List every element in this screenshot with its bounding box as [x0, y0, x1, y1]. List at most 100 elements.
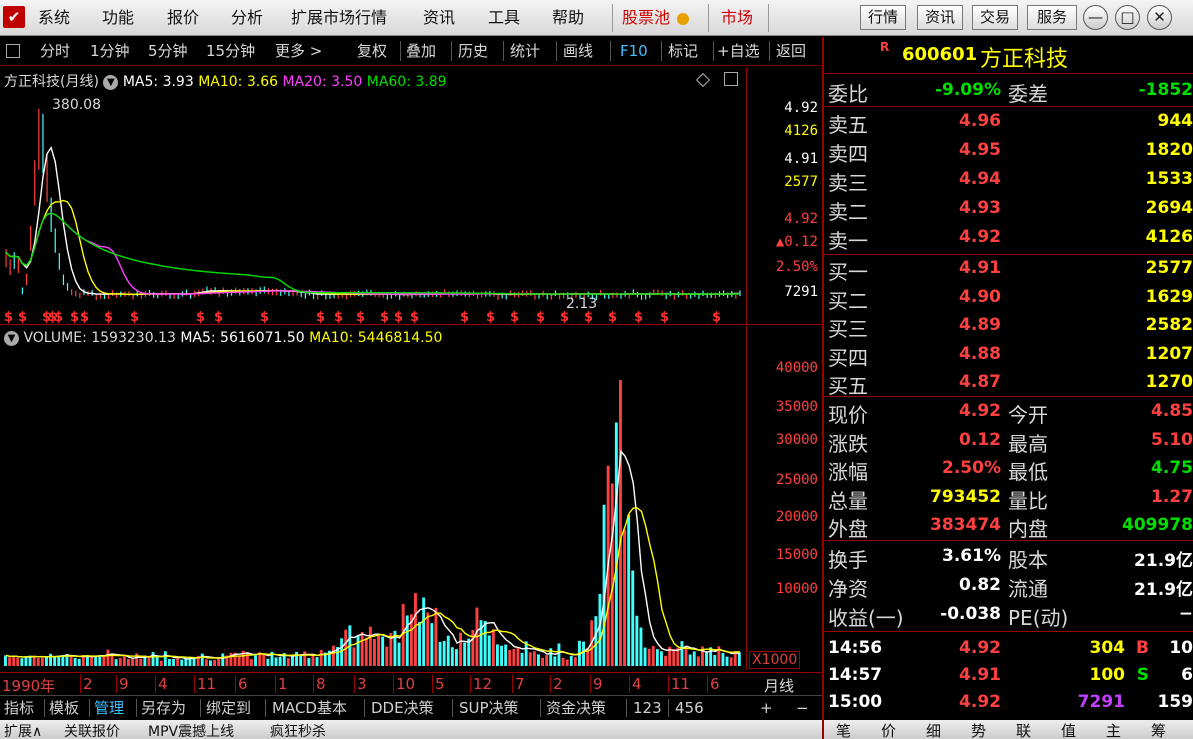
ask-row[interactable]: 卖三 4.94 1533	[824, 165, 1193, 195]
menu-analysis[interactable]: 分析	[231, 7, 263, 29]
weibi-value: -9.09%	[934, 80, 1001, 100]
mpv-banner[interactable]: MPV震撼上线	[148, 721, 234, 739]
expand-button[interactable]: 扩展∧	[4, 721, 42, 739]
candlestick	[66, 282, 69, 291]
stat-row[interactable]: 涨幅 2.50% 最低 4.75	[824, 454, 1193, 484]
restore-icon[interactable]: □	[1115, 5, 1140, 30]
volume-bar	[553, 656, 557, 666]
zoom-out-button[interactable]: −	[796, 698, 809, 718]
zoom-in-button[interactable]: +	[760, 698, 773, 718]
menu-quote[interactable]: 报价	[167, 7, 199, 29]
tab-456[interactable]: 456	[675, 698, 704, 718]
tab-123[interactable]: 123	[633, 698, 662, 718]
ask-label: 卖一	[828, 229, 868, 253]
menu-help[interactable]: 帮助	[552, 7, 584, 29]
bid-row[interactable]: 买二 4.90 1629	[824, 283, 1193, 313]
related-quote-button[interactable]: 关联报价	[64, 721, 120, 739]
tab-save-as[interactable]: 另存为	[141, 698, 186, 718]
volume-bar	[368, 626, 372, 666]
bid-row[interactable]: 买一 4.91 2577	[824, 254, 1193, 284]
history-button[interactable]: 历史	[458, 41, 488, 61]
bid-row[interactable]: 买四 4.88 1207	[824, 340, 1193, 370]
menu-stock-pool[interactable]: 股票池	[622, 7, 690, 29]
bid-label: 买二	[828, 288, 868, 313]
candlestick	[54, 228, 56, 253]
menu-function[interactable]: 功能	[102, 7, 134, 29]
tab-dde[interactable]: DDE决策	[371, 698, 434, 718]
quote-tab[interactable]: 细	[926, 720, 941, 739]
fundamental-row[interactable]: 净资 0.82 流通 21.9亿	[824, 571, 1193, 601]
stat-label: 内盘	[1008, 517, 1048, 542]
fundamental-row[interactable]: 换手 3.61% 股本 21.9亿	[824, 542, 1193, 572]
app-logo-icon[interactable]: ✔	[3, 6, 25, 28]
add-watchlist-button[interactable]: +自选	[717, 41, 760, 61]
quote-panel: R 600601 方正科技 委比 -9.09% 委差 -1852 卖五 4.96 9…	[822, 37, 1193, 739]
tab-manage[interactable]: 管理	[94, 698, 124, 718]
tab-5min[interactable]: 5分钟	[148, 41, 188, 61]
vol-axis-35000: 35000	[775, 399, 818, 415]
tab-sup[interactable]: SUP决策	[459, 698, 519, 718]
candlestick	[554, 290, 557, 297]
volume-bar	[147, 656, 151, 666]
tab-bind-to[interactable]: 绑定到	[206, 698, 251, 718]
quote-tab[interactable]: 联	[1016, 720, 1031, 739]
sys-button-quote[interactable]: 行情	[860, 5, 906, 30]
stat-row[interactable]: 现价 4.92 今开 4.85	[824, 397, 1193, 427]
draw-line-button[interactable]: 画线	[563, 41, 593, 61]
menu-extended-market[interactable]: 扩展市场行情	[291, 7, 387, 29]
bid-row[interactable]: 买五 4.87 1270	[824, 368, 1193, 398]
tick-price: 4.92	[959, 692, 1001, 712]
tab-1min[interactable]: 1分钟	[90, 41, 130, 61]
stat-row[interactable]: 外盘 383474 内盘 409978	[824, 511, 1193, 542]
menu-tools[interactable]: 工具	[488, 7, 520, 29]
sys-button-news[interactable]: 资讯	[917, 5, 963, 30]
panel-toggle-icon[interactable]	[6, 44, 20, 58]
close-icon[interactable]: ✕	[1147, 5, 1172, 30]
sys-button-trade[interactable]: 交易	[972, 5, 1018, 30]
tab-intraday[interactable]: 分时	[40, 41, 70, 61]
menu-market[interactable]: 市场	[721, 7, 753, 29]
mark-button[interactable]: 标记	[668, 41, 698, 61]
ask-row[interactable]: 卖五 4.96 944	[824, 107, 1193, 137]
flash-sale-banner[interactable]: 疯狂秒杀	[270, 721, 326, 739]
minimize-icon[interactable]: —	[1083, 5, 1108, 30]
tab-more[interactable]: 更多 >	[275, 41, 322, 61]
tab-template[interactable]: 模板	[49, 698, 79, 718]
ask-row[interactable]: 卖二 4.93 2694	[824, 194, 1193, 224]
sys-button-service[interactable]: 服务	[1027, 5, 1077, 30]
quote-tab[interactable]: 值	[1061, 720, 1076, 739]
tick-row[interactable]: 14:56 4.92 304 B 10	[824, 635, 1193, 662]
kline-plot: $ $ $$$ $ $ $ $ $ $ $ $ $ $ $ $ $ $ $ $ $ $ $ $ $ $ $	[4, 108, 741, 325]
fundamental-row[interactable]: 收益(一) -0.038 PE(动) −	[824, 600, 1193, 630]
menu-news[interactable]: 资讯	[423, 7, 455, 29]
volume-chart-panel[interactable]: ▼ VOLUME: 1593230.13 MA5: 5616071.50 MA1…	[0, 326, 822, 670]
ask-row[interactable]: 卖四 4.95 1820	[824, 136, 1193, 166]
stat-row[interactable]: 涨跌 0.12 最高 5.10	[824, 426, 1193, 456]
tab-indicator[interactable]: 指标	[4, 698, 34, 718]
period-label[interactable]: 月线	[764, 675, 794, 696]
adjust-button[interactable]: 复权	[357, 41, 387, 61]
menu-divider	[612, 4, 613, 32]
candlestick	[30, 225, 32, 251]
tab-15min[interactable]: 15分钟	[206, 41, 255, 61]
ask-row[interactable]: 卖一 4.92 4126	[824, 223, 1193, 253]
tab-macd[interactable]: MACD基本	[272, 698, 347, 718]
stat-row[interactable]: 总量 793452 量比 1.27	[824, 483, 1193, 513]
time-tick: 1	[275, 675, 288, 693]
kline-chart-panel[interactable]: 方正科技(月线) ▼ MA5: 3.93 MA10: 3.66 MA20: 3.…	[0, 67, 822, 325]
statistics-button[interactable]: 统计	[510, 41, 540, 61]
tick-row[interactable]: 15:00 4.92 7291 159	[824, 689, 1193, 716]
menu-system[interactable]: 系统	[38, 7, 70, 29]
quote-tab[interactable]: 价	[881, 720, 896, 739]
tab-fund[interactable]: 资金决策	[546, 698, 606, 718]
bid-row[interactable]: 买三 4.89 2582	[824, 311, 1193, 341]
quote-tab[interactable]: 笔	[836, 720, 851, 739]
quote-tab[interactable]: 筹	[1151, 720, 1166, 739]
back-button[interactable]: 返回	[776, 41, 806, 61]
tick-row[interactable]: 14:57 4.91 100 S 6	[824, 662, 1193, 689]
ask-price: 4.96	[959, 111, 1001, 131]
quote-tab[interactable]: 主	[1106, 720, 1121, 739]
quote-tab[interactable]: 势	[971, 720, 986, 739]
f10-button[interactable]: F10	[620, 41, 648, 61]
overlay-button[interactable]: 叠加	[406, 41, 436, 61]
